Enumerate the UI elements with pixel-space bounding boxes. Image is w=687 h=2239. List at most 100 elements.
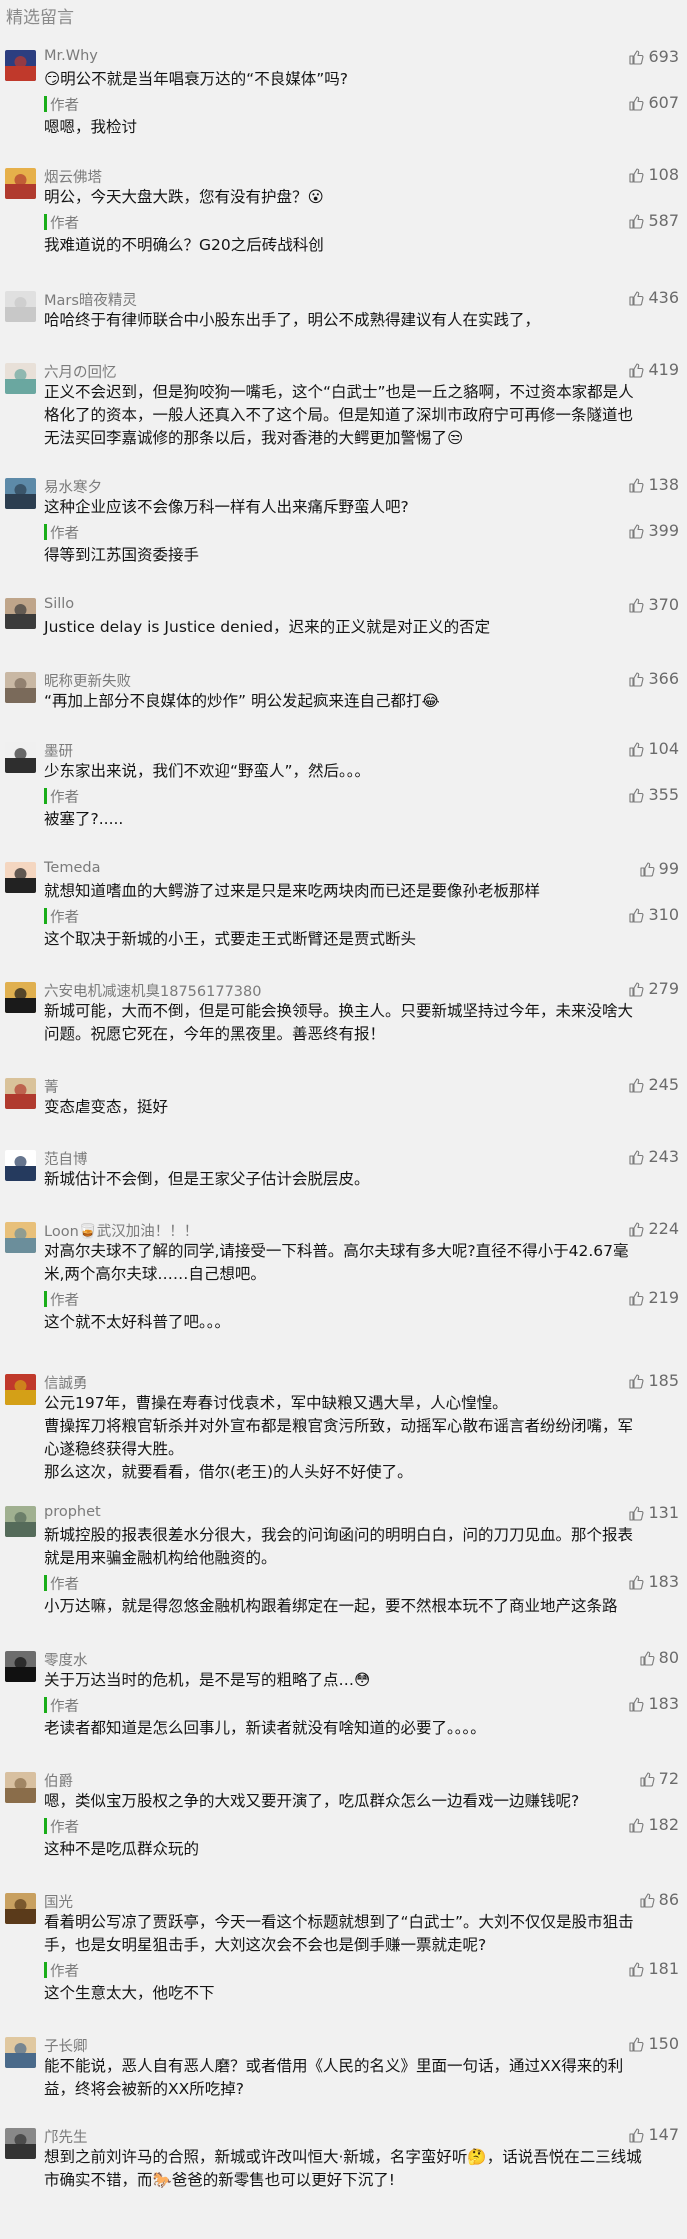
commenter-name[interactable]: Mars暗夜精灵 xyxy=(44,289,137,310)
author-reply-marker xyxy=(44,1291,47,1307)
like-button[interactable]: 80 xyxy=(639,1648,679,1667)
thumb-up-icon xyxy=(629,671,644,687)
commenter-name[interactable]: Temeda xyxy=(44,860,100,876)
like-button[interactable]: 436 xyxy=(628,288,679,307)
avatar[interactable] xyxy=(5,2128,36,2159)
avatar[interactable] xyxy=(5,1150,36,1181)
author-reply-text: 嗯嗯，我检讨 xyxy=(44,118,138,136)
commenter-name[interactable]: 昵称更新失败 xyxy=(44,670,131,691)
commenter-name[interactable]: 六月の回忆 xyxy=(44,361,117,382)
like-button[interactable]: 150 xyxy=(628,2034,679,2053)
commenter-name[interactable]: 烟云佛塔 xyxy=(44,166,102,187)
like-count: 86 xyxy=(658,1890,679,1909)
like-button[interactable]: 185 xyxy=(628,1371,679,1390)
author-reply-text: 这个就不太好科普了吧。。。 xyxy=(44,1313,231,1331)
like-button[interactable]: 366 xyxy=(628,669,679,688)
avatar[interactable] xyxy=(5,2037,36,2068)
like-button[interactable]: 86 xyxy=(639,1890,679,1909)
commenter-name[interactable]: 零度水 xyxy=(44,1649,88,1670)
avatar[interactable] xyxy=(5,982,36,1013)
commenter-name[interactable]: 墨研 xyxy=(44,740,73,761)
like-button[interactable]: 104 xyxy=(628,739,679,758)
reply-like-count: 310 xyxy=(648,905,679,924)
like-button[interactable]: 138 xyxy=(628,475,679,494)
like-count: 436 xyxy=(648,288,679,307)
avatar[interactable] xyxy=(5,1374,36,1405)
avatar[interactable] xyxy=(5,742,36,773)
comment-text: 变态虐变态，挺好 xyxy=(44,1098,169,1116)
like-button[interactable]: 108 xyxy=(628,165,679,184)
author-reply-text: 被塞了?..... xyxy=(44,810,124,828)
avatar[interactable] xyxy=(5,862,36,893)
like-button[interactable]: 147 xyxy=(628,2125,679,2144)
reply-like-button[interactable]: 181 xyxy=(628,1959,679,1978)
avatar[interactable] xyxy=(5,478,36,509)
comment-text: 少东家出来说，我们不欢迎“野蛮人”，然后。。。 xyxy=(44,762,371,780)
avatar[interactable] xyxy=(5,168,36,199)
author-reply-text: 得等到江苏国资委接手 xyxy=(44,546,200,564)
thumb-up-icon xyxy=(629,49,644,65)
thumb-up-icon xyxy=(629,1505,644,1521)
avatar[interactable] xyxy=(5,1651,36,1682)
reply-like-button[interactable]: 183 xyxy=(628,1572,679,1591)
commenter-name[interactable]: 子长卿 xyxy=(44,2035,88,2056)
like-button[interactable]: 693 xyxy=(628,47,679,66)
author-label: 作者 xyxy=(50,1820,79,1836)
commenter-name[interactable]: 信誠勇 xyxy=(44,1372,88,1393)
thumb-up-icon xyxy=(629,1817,644,1833)
comment-text: 哈哈终于有律师联合中小股东出手了，明公不成熟得建议有人在实践了， xyxy=(44,311,541,329)
avatar[interactable] xyxy=(5,291,36,322)
like-button[interactable]: 243 xyxy=(628,1147,679,1166)
reply-like-button[interactable]: 219 xyxy=(628,1288,679,1307)
like-button[interactable]: 99 xyxy=(639,859,679,878)
avatar[interactable] xyxy=(5,1222,36,1253)
avatar[interactable] xyxy=(5,50,36,81)
reply-like-button[interactable]: 310 xyxy=(628,905,679,924)
like-button[interactable]: 370 xyxy=(628,595,679,614)
comment-text: 😏明公不就是当年唱衰万达的“不良媒体”吗? xyxy=(44,70,348,88)
reply-like-button[interactable]: 587 xyxy=(628,211,679,230)
like-button[interactable]: 224 xyxy=(628,1219,679,1238)
comment-text: 嗯，类似宝万股权之争的大戏又要开演了，吃瓜群众怎么一边看戏一边赚钱呢? xyxy=(44,1792,580,1810)
reply-like-button[interactable]: 607 xyxy=(628,93,679,112)
reply-like-count: 183 xyxy=(648,1572,679,1591)
reply-like-button[interactable]: 355 xyxy=(628,785,679,804)
reply-like-count: 219 xyxy=(648,1288,679,1307)
avatar[interactable] xyxy=(5,598,36,629)
like-button[interactable]: 72 xyxy=(639,1769,679,1788)
thumb-up-icon xyxy=(629,213,644,229)
commenter-name[interactable]: 易水寒夕 xyxy=(44,476,102,497)
like-button[interactable]: 245 xyxy=(628,1075,679,1094)
reply-like-button[interactable]: 182 xyxy=(628,1815,679,1834)
commenter-name[interactable]: 邝先生 xyxy=(44,2126,88,2147)
thumb-up-icon xyxy=(629,907,644,923)
author-reply-marker xyxy=(44,524,47,540)
like-button[interactable]: 419 xyxy=(628,360,679,379)
like-button[interactable]: 279 xyxy=(628,979,679,998)
avatar[interactable] xyxy=(5,363,36,394)
reply-like-button[interactable]: 399 xyxy=(628,521,679,540)
avatar[interactable] xyxy=(5,1772,36,1803)
commenter-name[interactable]: 范自博 xyxy=(44,1148,88,1169)
like-count: 108 xyxy=(648,165,679,184)
reply-like-button[interactable]: 183 xyxy=(628,1694,679,1713)
avatar[interactable] xyxy=(5,1893,36,1924)
reply-like-count: 355 xyxy=(648,785,679,804)
commenter-name[interactable]: 菁 xyxy=(44,1076,59,1097)
commenter-name[interactable]: Sillo xyxy=(44,596,74,612)
author-label: 作者 xyxy=(50,1964,79,1980)
comment-text: 能不能说，恶人自有恶人磨？或者借用《人民的名义》里面一句话，通过XX得来的利益，… xyxy=(44,2057,624,2098)
avatar[interactable] xyxy=(5,1078,36,1109)
like-button[interactable]: 131 xyxy=(628,1503,679,1522)
commenter-name[interactable]: 伯爵 xyxy=(44,1770,73,1791)
author-reply-text: 我难道说的不明确么？G20之后砖战科创 xyxy=(44,236,324,254)
commenter-name[interactable]: Mr.Why xyxy=(44,48,98,64)
commenter-name[interactable]: 六安电机减速机臭18756177380 xyxy=(44,980,261,1001)
commenter-name[interactable]: Loon🥃武汉加油！！！ xyxy=(44,1220,198,1241)
comment-text: “再加上部分不良媒体的炒作” 明公发起疯来连自己都打😂 xyxy=(44,692,440,710)
thumb-up-icon xyxy=(629,477,644,493)
commenter-name[interactable]: prophet xyxy=(44,1504,101,1520)
avatar[interactable] xyxy=(5,1506,36,1537)
avatar[interactable] xyxy=(5,672,36,703)
commenter-name[interactable]: 国光 xyxy=(44,1891,73,1912)
